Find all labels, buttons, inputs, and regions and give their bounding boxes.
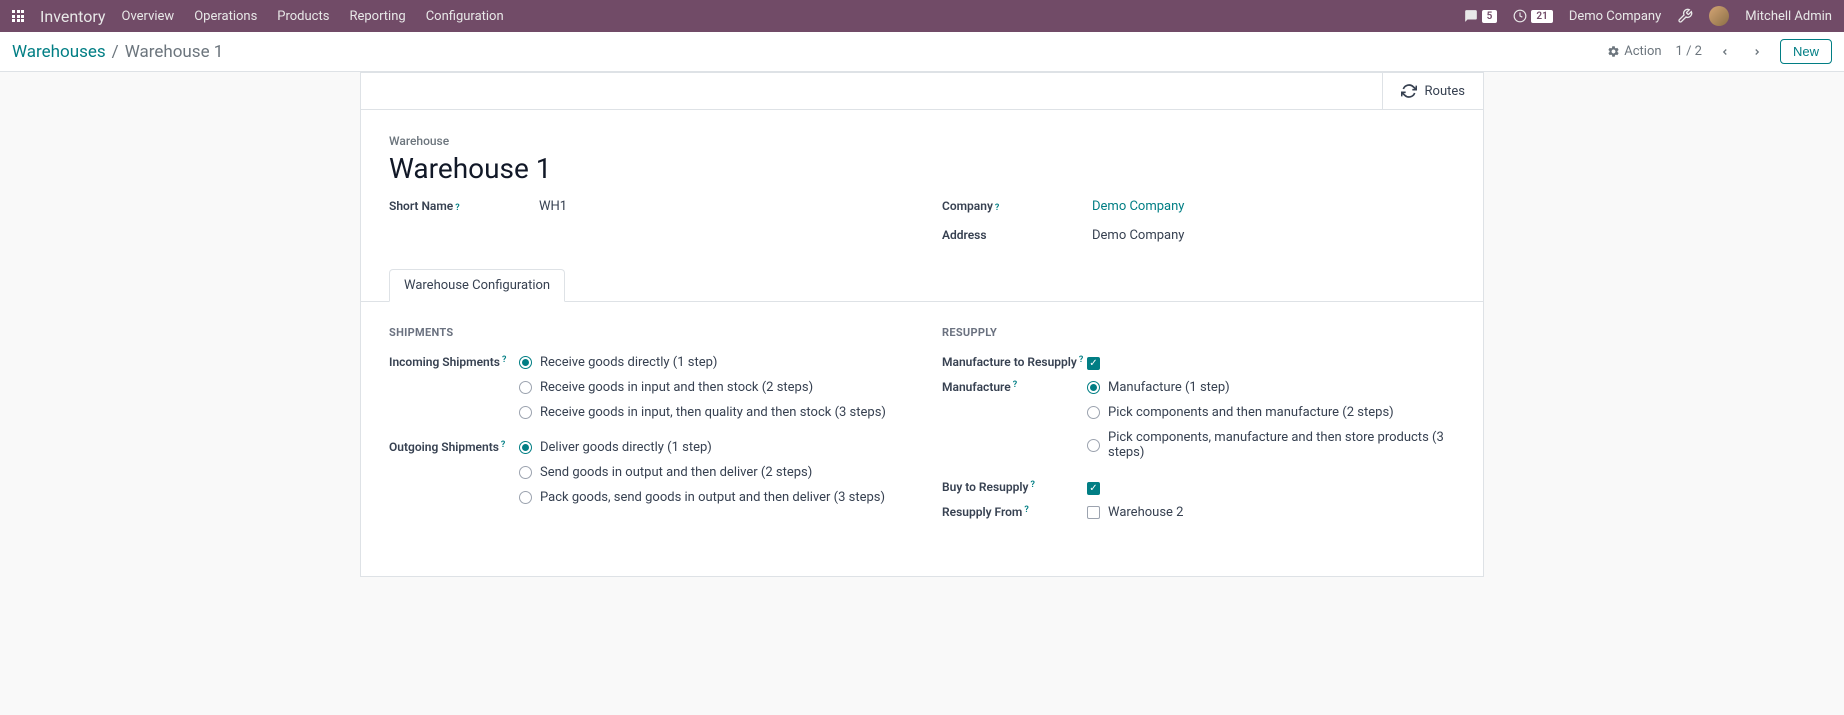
resupply-from-option[interactable]: Warehouse 2 [1087,505,1455,520]
resupply-heading: Resupply [942,326,1455,339]
app-brand[interactable]: Inventory [40,7,106,26]
form-body: Warehouse Warehouse 1 Short Name? WH1 Co… [361,110,1483,257]
action-label: Action [1624,44,1661,59]
control-bar: Warehouses / Warehouse 1 Action 1 / 2 Ne… [0,32,1844,72]
form-container: Routes Warehouse Warehouse 1 Short Name?… [0,72,1844,577]
help-icon[interactable]: ? [1079,355,1083,369]
outgoing-option-2steps[interactable]: Send goods in output and then deliver (2… [519,465,902,480]
outgoing-option-3steps[interactable]: Pack goods, send goods in output and the… [519,490,902,505]
menu-overview[interactable]: Overview [122,9,175,24]
gear-icon [1607,45,1620,58]
incoming-option-1step[interactable]: Receive goods directly (1 step) [519,355,902,370]
routes-button[interactable]: Routes [1382,73,1483,109]
help-icon[interactable]: ? [995,203,999,213]
address-label: Address [942,228,1092,242]
radio-icon [519,491,532,504]
help-icon[interactable]: ? [501,440,505,454]
radio-icon [1087,439,1100,452]
manufacture-to-resupply-checkbox[interactable] [1087,357,1100,370]
incoming-shipments-label: Incoming Shipments? [389,355,519,369]
messages-badge: 5 [1482,10,1498,23]
radio-icon [1087,406,1100,419]
apps-icon[interactable] [12,10,24,22]
statusbar: Routes [361,73,1483,110]
pager-prev[interactable] [1716,45,1734,59]
manufacture-label: Manufacture? [942,380,1087,394]
top-nav-right: 5 21 Demo Company Mitchell Admin [1464,6,1832,26]
action-button[interactable]: Action [1607,44,1661,59]
warehouse-field-label: Warehouse [389,134,1455,148]
menu-operations[interactable]: Operations [194,9,257,24]
avatar[interactable] [1709,6,1729,26]
menu-configuration[interactable]: Configuration [426,9,504,24]
chat-icon [1464,9,1478,23]
user-menu[interactable]: Mitchell Admin [1745,9,1832,24]
menu-products[interactable]: Products [277,9,329,24]
routes-label: Routes [1425,84,1465,99]
tabs: Warehouse Configuration [361,269,1483,302]
manufacture-to-resupply-label: Manufacture to Resupply? [942,355,1087,369]
radio-icon [1087,381,1100,394]
top-nav: Inventory Overview Operations Products R… [0,0,1844,32]
manufacture-option-3steps[interactable]: Pick components, manufacture and then st… [1087,430,1455,460]
messages-button[interactable]: 5 [1464,9,1498,23]
incoming-option-3steps[interactable]: Receive goods in input, then quality and… [519,405,902,420]
debug-icon[interactable] [1677,8,1693,24]
radio-icon [519,441,532,454]
new-button[interactable]: New [1780,39,1832,64]
buy-to-resupply-label: Buy to Resupply? [942,480,1087,494]
radio-icon [519,466,532,479]
short-name-label: Short Name? [389,199,539,213]
menu-reporting[interactable]: Reporting [349,9,405,24]
breadcrumb: Warehouses / Warehouse 1 [12,42,223,62]
radio-icon [519,356,532,369]
short-name-value[interactable]: WH1 [539,199,567,214]
top-nav-left: Inventory Overview Operations Products R… [12,7,504,26]
shipments-section: Shipments Incoming Shipments? Receive go… [389,326,902,540]
company-label: Company? [942,199,1092,213]
form-sheet: Routes Warehouse Warehouse 1 Short Name?… [360,72,1484,577]
address-value[interactable]: Demo Company [1092,228,1184,243]
manufacture-option-2steps[interactable]: Pick components and then manufacture (2 … [1087,405,1455,420]
refresh-icon [1401,83,1417,99]
main-menu: Overview Operations Products Reporting C… [122,9,504,24]
help-icon[interactable]: ? [1030,480,1034,494]
breadcrumb-parent[interactable]: Warehouses [12,42,106,62]
breadcrumb-current: Warehouse 1 [125,42,224,62]
pager-next[interactable] [1748,45,1766,59]
warehouse-name[interactable]: Warehouse 1 [389,152,1455,185]
help-icon[interactable]: ? [1024,505,1028,519]
chevron-left-icon [1720,45,1730,59]
radio-icon [519,381,532,394]
incoming-option-2steps[interactable]: Receive goods in input and then stock (2… [519,380,902,395]
outgoing-shipments-label: Outgoing Shipments? [389,440,519,454]
resupply-from-checkbox [1087,506,1100,519]
activities-button[interactable]: 21 [1513,9,1552,23]
resupply-from-label: Resupply From? [942,505,1087,519]
company-selector[interactable]: Demo Company [1569,9,1661,24]
pager[interactable]: 1 / 2 [1676,44,1702,59]
company-value[interactable]: Demo Company [1092,199,1184,214]
tab-warehouse-configuration[interactable]: Warehouse Configuration [389,269,565,302]
radio-icon [519,406,532,419]
control-right: Action 1 / 2 New [1607,39,1832,64]
chevron-right-icon [1752,45,1762,59]
shipments-heading: Shipments [389,326,902,339]
outgoing-option-1step[interactable]: Deliver goods directly (1 step) [519,440,902,455]
clock-icon [1513,9,1527,23]
manufacture-option-1step[interactable]: Manufacture (1 step) [1087,380,1455,395]
resupply-section: Resupply Manufacture to Resupply? Manufa… [942,326,1455,540]
help-icon[interactable]: ? [455,203,459,213]
help-icon[interactable]: ? [1013,380,1017,394]
breadcrumb-separator: / [112,42,119,62]
activities-badge: 21 [1531,10,1552,23]
tab-content: Shipments Incoming Shipments? Receive go… [361,302,1483,576]
help-icon[interactable]: ? [502,355,506,369]
buy-to-resupply-checkbox[interactable] [1087,482,1100,495]
